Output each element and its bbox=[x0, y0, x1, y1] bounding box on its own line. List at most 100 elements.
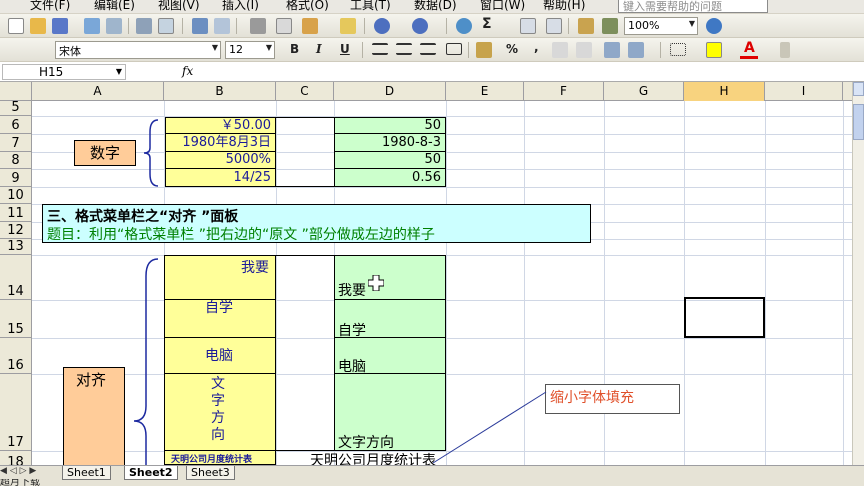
format-painter-icon[interactable] bbox=[340, 18, 356, 34]
column-header-b[interactable]: B bbox=[164, 82, 276, 101]
cell-b6[interactable]: ￥50.00 bbox=[165, 117, 276, 134]
selected-cell-h15[interactable] bbox=[684, 297, 765, 338]
underline-button[interactable]: U bbox=[340, 42, 350, 56]
row-header-12[interactable]: 12 bbox=[0, 222, 31, 239]
column-header-c[interactable]: C bbox=[276, 82, 334, 101]
cell-b15[interactable]: 自学 bbox=[164, 300, 276, 338]
percent-button[interactable]: % bbox=[506, 42, 518, 56]
menu-format[interactable]: 格式(O) bbox=[286, 0, 329, 13]
font-color-icon[interactable]: A bbox=[744, 40, 755, 56]
menu-window[interactable]: 窗口(W) bbox=[480, 0, 525, 13]
column-header-h[interactable]: H bbox=[684, 82, 765, 101]
align-center-icon[interactable] bbox=[396, 43, 412, 55]
column-header-a[interactable]: A bbox=[32, 82, 164, 101]
row-header-15[interactable]: 15 bbox=[0, 300, 31, 338]
increase-decimal-icon[interactable] bbox=[552, 42, 568, 58]
menu-view[interactable]: 视图(V) bbox=[158, 0, 200, 13]
cell-b18[interactable]: 天明公司月度统计表 bbox=[164, 451, 276, 465]
sheet-nav-buttons[interactable]: ◀ ◁ ▷ ▶ bbox=[0, 466, 54, 480]
row-header-6[interactable]: 6 bbox=[0, 116, 31, 134]
name-box[interactable]: H15 ▼ bbox=[2, 64, 126, 80]
fx-icon[interactable]: fx bbox=[182, 64, 193, 78]
undo-icon[interactable] bbox=[374, 18, 390, 34]
cell-c14-c17[interactable] bbox=[276, 255, 334, 451]
new-icon[interactable] bbox=[8, 18, 24, 34]
fill-color-icon[interactable] bbox=[706, 42, 722, 58]
permission-icon[interactable] bbox=[84, 18, 100, 34]
zoom-select[interactable]: 100% ▼ bbox=[624, 17, 698, 35]
column-header-i[interactable]: I bbox=[765, 82, 843, 101]
column-header-d[interactable]: D bbox=[334, 82, 446, 101]
cell-c6-c9[interactable] bbox=[276, 117, 334, 187]
scroll-up-button[interactable] bbox=[853, 82, 864, 96]
cell-d9[interactable]: 0.56 bbox=[334, 169, 446, 187]
row-header-9[interactable]: 9 bbox=[0, 169, 31, 187]
formula-input[interactable] bbox=[210, 64, 850, 80]
copy-icon[interactable] bbox=[276, 18, 292, 34]
menu-file[interactable]: 文件(F) bbox=[30, 0, 70, 13]
print-icon[interactable] bbox=[136, 18, 152, 34]
cut-icon[interactable] bbox=[250, 18, 266, 34]
decrease-decimal-icon[interactable] bbox=[576, 42, 592, 58]
redo-icon[interactable] bbox=[412, 18, 428, 34]
bold-button[interactable]: B bbox=[290, 42, 299, 56]
font-size-select[interactable]: 12 ▼ bbox=[225, 41, 275, 59]
cell-d8[interactable]: 50 bbox=[334, 152, 446, 169]
merge-center-icon[interactable] bbox=[446, 43, 462, 55]
row-header-16[interactable]: 16 bbox=[0, 338, 31, 374]
row-header-7[interactable]: 7 bbox=[0, 134, 31, 152]
row-header-11[interactable]: 11 bbox=[0, 204, 31, 222]
mail-icon[interactable] bbox=[106, 18, 122, 34]
cell-b8[interactable]: 5000% bbox=[165, 152, 276, 169]
row-header-13[interactable]: 13 bbox=[0, 239, 31, 255]
cell-d6[interactable]: 50 bbox=[334, 117, 446, 134]
autosum-icon[interactable]: Σ bbox=[482, 16, 492, 32]
column-header-f[interactable]: F bbox=[524, 82, 604, 101]
row-header-5[interactable]: 5 bbox=[0, 101, 31, 116]
sheet-tab-3[interactable]: Sheet3 bbox=[186, 466, 235, 480]
currency-icon[interactable] bbox=[476, 42, 492, 58]
borders-icon[interactable] bbox=[670, 43, 686, 56]
toolbar-options-icon[interactable] bbox=[780, 42, 790, 58]
align-left-icon[interactable] bbox=[372, 43, 388, 55]
row-header-18[interactable]: 18 bbox=[0, 451, 31, 465]
cell-b7[interactable]: 1980年8月3日 bbox=[165, 134, 276, 152]
chart-wizard-icon[interactable] bbox=[578, 18, 594, 34]
sort-ascending-icon[interactable] bbox=[520, 18, 536, 34]
cell-d15[interactable]: 自学 bbox=[334, 300, 446, 338]
cell-b16[interactable]: 电脑 bbox=[164, 338, 276, 374]
align-right-icon[interactable] bbox=[420, 43, 436, 55]
hyperlink-icon[interactable] bbox=[456, 18, 472, 34]
menu-tools[interactable]: 工具(T) bbox=[350, 0, 391, 13]
comma-button[interactable]: , bbox=[534, 40, 539, 54]
font-name-select[interactable]: 宋体 ▼ bbox=[55, 41, 221, 59]
cell-b17[interactable]: 文 字 方 向 bbox=[164, 374, 276, 451]
menu-data[interactable]: 数据(D) bbox=[414, 0, 457, 13]
row-header-14[interactable]: 14 bbox=[0, 255, 31, 300]
sheet-tab-1[interactable]: Sheet1 bbox=[62, 466, 111, 480]
italic-button[interactable]: I bbox=[316, 42, 322, 56]
vertical-scrollbar[interactable] bbox=[852, 82, 864, 465]
menu-help[interactable]: 帮助(H) bbox=[543, 0, 585, 13]
column-header-g[interactable]: G bbox=[604, 82, 684, 101]
cell-d14[interactable]: 我要 bbox=[334, 255, 446, 300]
paste-icon[interactable] bbox=[302, 18, 318, 34]
row-header-17[interactable]: 17 bbox=[0, 374, 31, 451]
save-icon[interactable] bbox=[52, 18, 68, 34]
help-icon[interactable] bbox=[706, 18, 722, 34]
drawing-icon[interactable] bbox=[602, 18, 618, 34]
fill-handle[interactable] bbox=[762, 335, 763, 336]
cell-b9[interactable]: 14/25 bbox=[165, 169, 276, 187]
increase-indent-icon[interactable] bbox=[628, 42, 644, 58]
research-icon[interactable] bbox=[214, 18, 230, 34]
decrease-indent-icon[interactable] bbox=[604, 42, 620, 58]
menu-edit[interactable]: 编辑(E) bbox=[94, 0, 135, 13]
spelling-icon[interactable] bbox=[192, 18, 208, 34]
cell-d16[interactable]: 电脑 bbox=[334, 338, 446, 374]
row-header-8[interactable]: 8 bbox=[0, 152, 31, 169]
column-header-e[interactable]: E bbox=[446, 82, 524, 101]
sort-descending-icon[interactable] bbox=[546, 18, 562, 34]
print-preview-icon[interactable] bbox=[158, 18, 174, 34]
scroll-thumb[interactable] bbox=[853, 104, 864, 140]
select-all-corner[interactable] bbox=[0, 82, 32, 101]
